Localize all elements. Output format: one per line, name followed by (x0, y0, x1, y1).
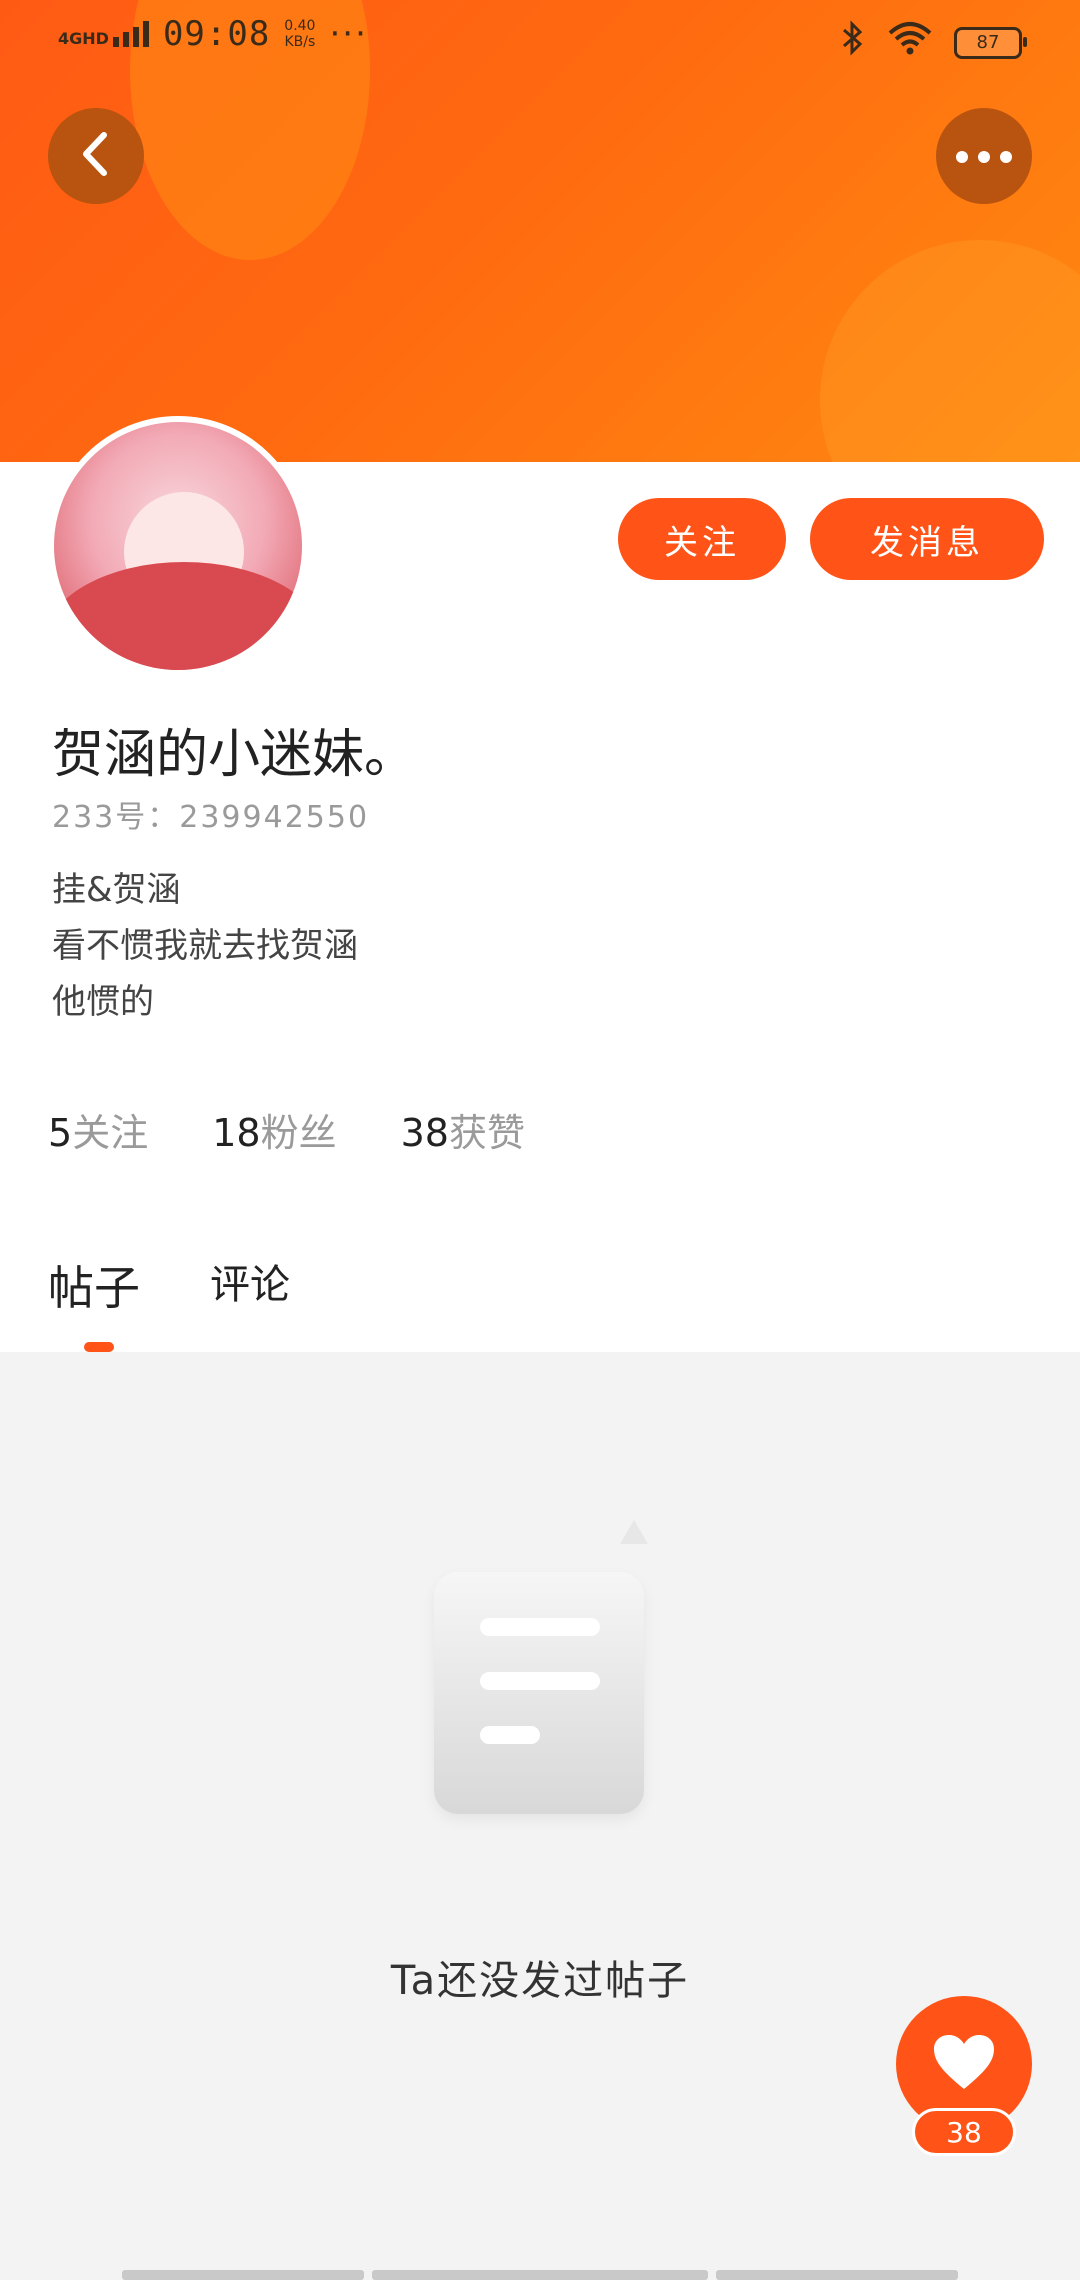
send-message-button[interactable]: 发消息 (810, 498, 1044, 580)
back-button[interactable] (48, 108, 144, 204)
avatar[interactable] (54, 422, 302, 670)
profile-bio: 挂&贺涵 看不惯我就去找贺涵 他惯的 (52, 862, 358, 1030)
heart-icon (932, 2033, 996, 2095)
bio-line: 看不惯我就去找贺涵 (52, 926, 358, 966)
signal-indicator: 4GHD (58, 21, 149, 47)
stat-likes: 38获赞 (400, 1111, 525, 1155)
gesture-bar-segment (122, 2270, 364, 2280)
profile-card: 关注 发消息 贺涵的小迷妹。 233号：239942550 挂&贺涵 看不惯我就… (0, 416, 1080, 1352)
gesture-bar-segment (716, 2270, 958, 2280)
signal-bars-icon (112, 21, 149, 47)
tab-comments[interactable]: 评论 (210, 1252, 290, 1318)
gesture-bar-segment (372, 2270, 708, 2280)
profile-stats: 5关注 18粉丝 38获赞 (48, 1102, 525, 1157)
more-horizontal-icon (954, 131, 1014, 171)
profile-name: 贺涵的小迷妹。 (52, 725, 417, 785)
chevron-left-icon (76, 129, 116, 183)
like-count-badge: 38 (912, 2108, 1016, 2156)
stat-followers[interactable]: 18粉丝 (212, 1102, 336, 1157)
clock: 09:08 (162, 14, 271, 54)
active-tab-indicator (84, 1342, 114, 1352)
follow-button[interactable]: 关注 (618, 498, 786, 580)
status-bar: 4GHD 09:08 0.40 KB/s ··· 87 (0, 0, 1080, 80)
more-notifications-icon: ··· (329, 14, 368, 54)
content-tabs: 帖子 评论 (48, 1252, 290, 1318)
avatar-frame[interactable] (48, 416, 308, 676)
empty-document-icon (430, 1520, 650, 1820)
tab-posts[interactable]: 帖子 (48, 1252, 140, 1318)
banner-decoration (820, 240, 1080, 462)
user-id: 233号：239942550 (52, 800, 370, 835)
empty-state-message: Ta还没发过帖子 (390, 1958, 690, 2004)
battery-icon: 87 (954, 26, 1027, 59)
more-options-button[interactable] (936, 108, 1032, 204)
bio-line: 他惯的 (52, 982, 154, 1022)
battery-level: 87 (976, 32, 1000, 53)
wifi-icon (888, 21, 932, 64)
network-type: 4GHD (58, 29, 109, 48)
stat-following[interactable]: 5关注 (48, 1102, 148, 1157)
bluetooth-icon (840, 20, 866, 65)
network-speed: 0.40 KB/s (284, 18, 316, 50)
bio-line: 挂&贺涵 (52, 870, 181, 910)
